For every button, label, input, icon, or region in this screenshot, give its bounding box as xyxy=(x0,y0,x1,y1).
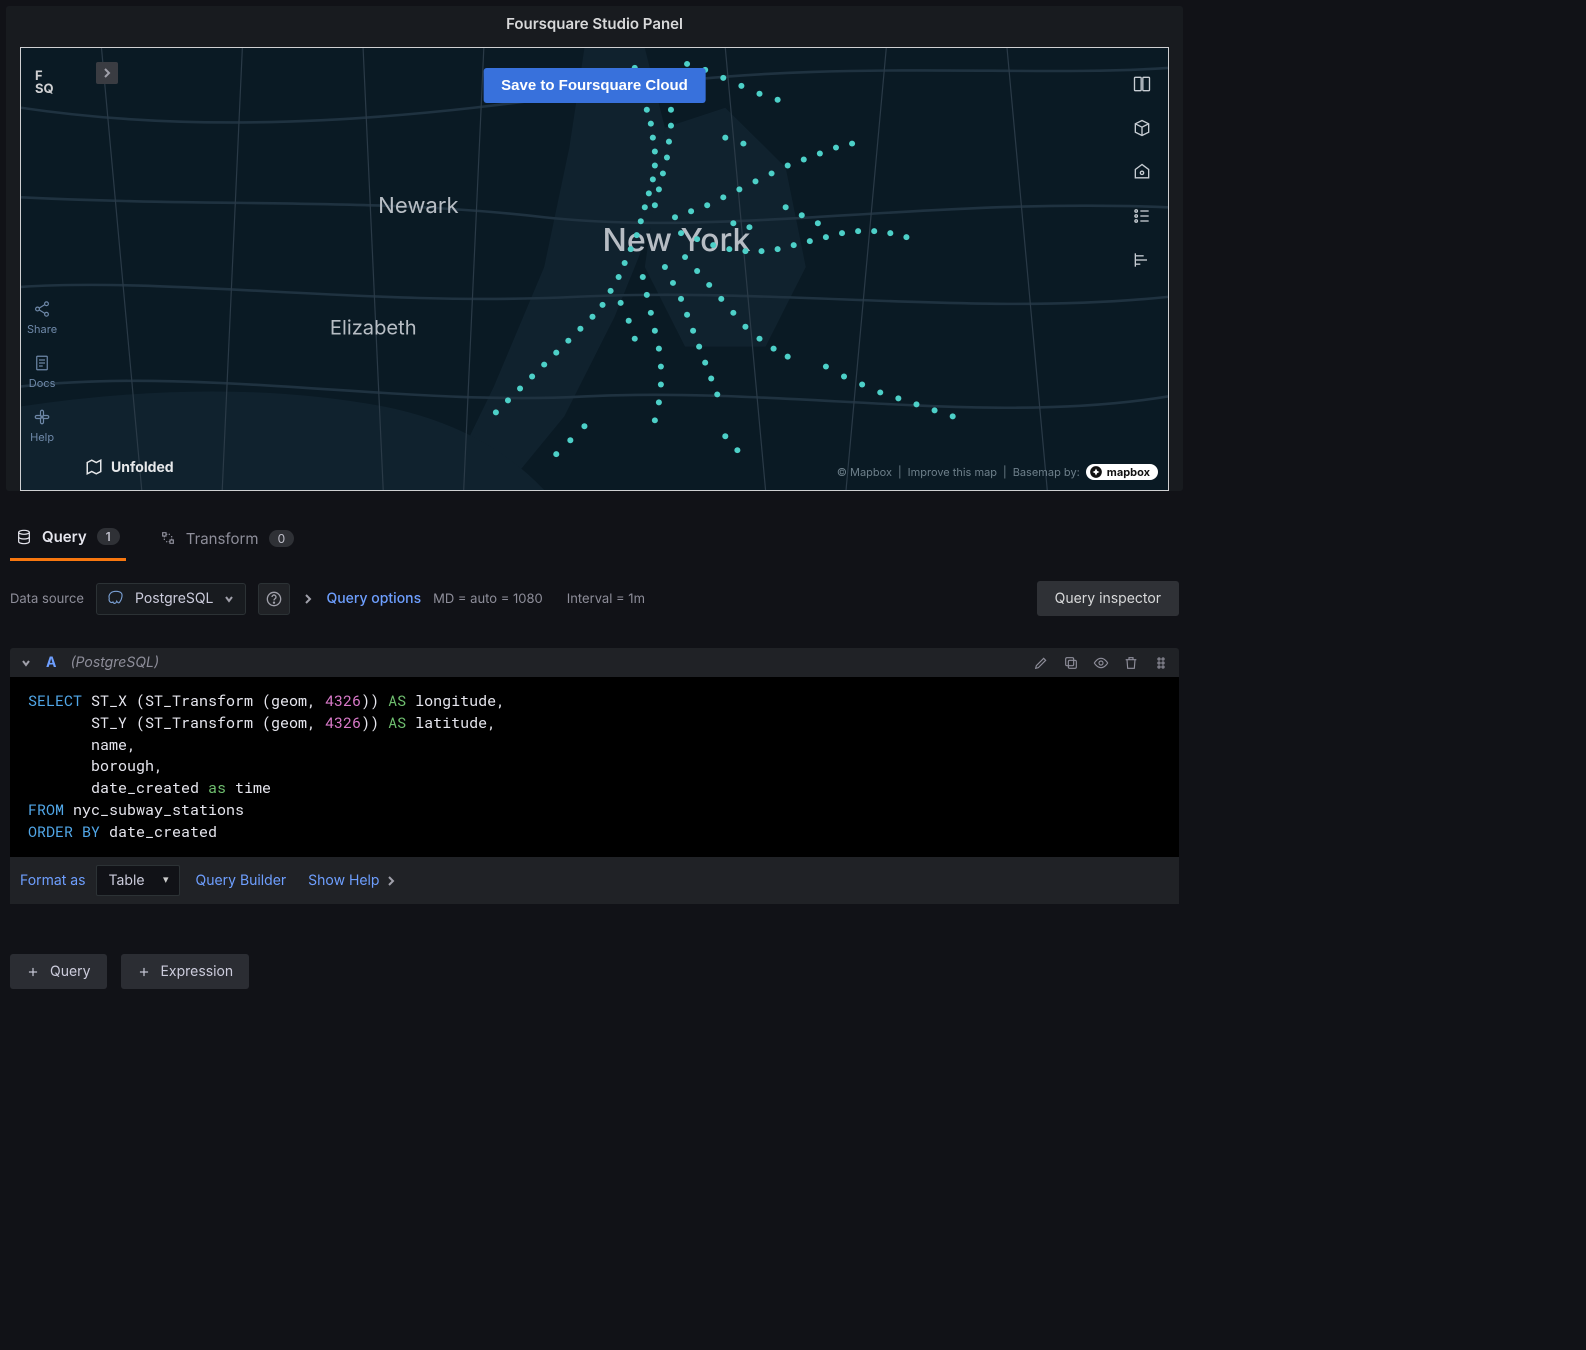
slack-icon xyxy=(33,408,51,426)
query-options-link[interactable]: Query options xyxy=(326,590,421,607)
interval-info: Interval = 1m xyxy=(567,591,645,607)
map-canvas[interactable]: New York Newark Elizabeth xyxy=(20,47,1169,491)
docs-button[interactable]: Docs xyxy=(29,354,56,390)
share-icon xyxy=(33,300,51,318)
plus-icon xyxy=(137,965,151,979)
3d-icon[interactable] xyxy=(1132,118,1152,138)
chevron-right-icon xyxy=(302,593,314,605)
map-label-newark: Newark xyxy=(378,193,458,219)
query-ds-name: (PostgreSQL) xyxy=(70,654,159,671)
transform-icon xyxy=(160,530,176,546)
plus-icon xyxy=(26,965,40,979)
tab-query[interactable]: Query 1 xyxy=(10,521,126,561)
query-ref-id: A xyxy=(46,654,56,671)
trash-icon[interactable] xyxy=(1123,655,1139,671)
basemap-icon[interactable] xyxy=(1132,162,1152,182)
add-query-button[interactable]: Query xyxy=(10,954,107,989)
transform-count-badge: 0 xyxy=(269,530,295,547)
save-to-cloud-button[interactable]: Save to Foursquare Cloud xyxy=(483,68,706,103)
tab-transform[interactable]: Transform 0 xyxy=(154,523,300,560)
share-button[interactable]: Share xyxy=(27,300,57,336)
sql-editor[interactable]: SELECT ST_X (ST_Transform (geom, 4326)) … xyxy=(10,677,1179,857)
docs-icon xyxy=(33,354,51,372)
copy-icon[interactable] xyxy=(1063,655,1079,671)
query-inspector-button[interactable]: Query inspector xyxy=(1037,581,1179,616)
expand-sidebar-button[interactable] xyxy=(96,62,118,84)
add-expression-button[interactable]: Expression xyxy=(121,954,250,989)
format-select[interactable]: Table xyxy=(96,865,180,896)
improve-map-link[interactable]: Improve this map xyxy=(908,465,997,479)
map-label-newyork: New York xyxy=(603,220,751,259)
foursquare-logo: FSQ xyxy=(35,70,54,96)
query-count-badge: 1 xyxy=(97,528,120,545)
eye-icon[interactable] xyxy=(1093,655,1109,671)
map-label-elizabeth: Elizabeth xyxy=(330,316,417,340)
database-icon xyxy=(16,529,32,545)
datasource-help-button[interactable] xyxy=(258,583,290,615)
help-button[interactable]: Help xyxy=(30,408,54,444)
edit-icon[interactable] xyxy=(1033,655,1049,671)
show-help-link[interactable]: Show Help xyxy=(302,872,403,889)
collapse-query-icon[interactable] xyxy=(20,657,32,669)
drag-handle-icon[interactable] xyxy=(1153,655,1169,671)
panel-title: Foursquare Studio Panel xyxy=(6,6,1183,47)
datasource-select[interactable]: PostgreSQL xyxy=(96,583,246,615)
question-icon xyxy=(266,591,282,607)
map-attribution: © Mapbox| Improve this map| Basemap by: … xyxy=(837,464,1158,480)
query-builder-link[interactable]: Query Builder xyxy=(190,872,293,889)
md-info: MD = auto = 1080 xyxy=(433,591,543,607)
legend-list-icon[interactable] xyxy=(1132,206,1152,226)
unfolded-badge: Unfolded xyxy=(85,458,174,476)
bar-chart-icon[interactable] xyxy=(1132,250,1152,270)
mapbox-logo: mapbox xyxy=(1086,464,1158,480)
postgres-icon xyxy=(107,590,125,608)
split-view-icon[interactable] xyxy=(1132,74,1152,94)
datasource-label: Data source xyxy=(10,591,84,607)
format-as-label: Format as xyxy=(20,872,86,889)
